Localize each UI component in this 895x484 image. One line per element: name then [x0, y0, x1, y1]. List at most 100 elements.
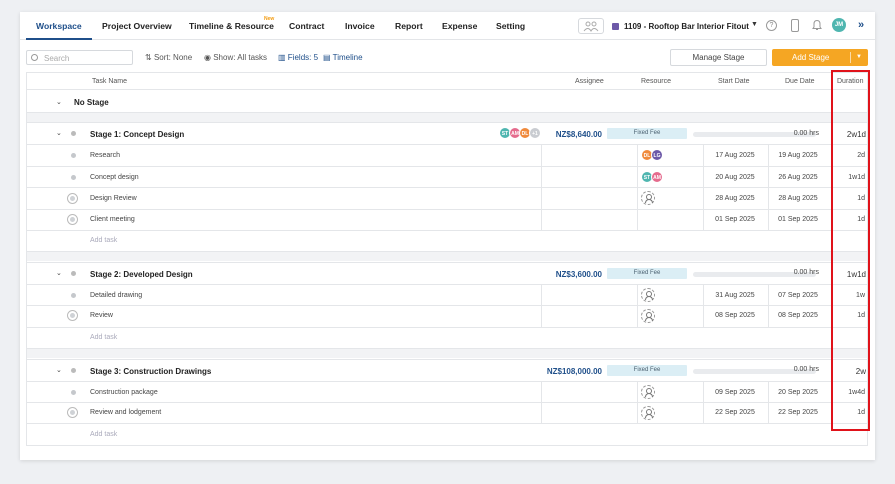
task-due-date[interactable]: 26 Aug 2025 [769, 174, 827, 181]
task-start-date[interactable]: 22 Sep 2025 [706, 409, 764, 416]
tab-setting[interactable]: Setting [496, 21, 525, 31]
stage-status-icon[interactable] [71, 271, 76, 276]
tab-report[interactable]: Report [395, 21, 423, 31]
column-divider [703, 381, 704, 423]
task-start-date[interactable]: 31 Aug 2025 [706, 292, 764, 299]
task-due-date[interactable]: 01 Sep 2025 [769, 216, 827, 223]
task-status-icon[interactable] [71, 293, 76, 298]
task-due-date[interactable]: 19 Aug 2025 [769, 152, 827, 159]
row-divider [26, 144, 868, 145]
column-due-date[interactable]: Due Date [785, 78, 815, 85]
task-name[interactable]: Detailed drawing [90, 292, 142, 299]
milestone-icon[interactable] [67, 214, 78, 225]
column-task-name[interactable]: Task Name [92, 78, 127, 85]
double-chevron-right-icon[interactable]: » [858, 19, 864, 31]
timeline-button[interactable]: ▤ Timeline [323, 53, 363, 62]
add-task-button[interactable]: Add task [90, 237, 117, 244]
task-start-date[interactable]: 20 Aug 2025 [706, 174, 764, 181]
fee-type-badge[interactable]: Fixed Fee [607, 128, 687, 139]
row-divider [26, 284, 868, 285]
stage-gap [26, 252, 868, 261]
active-tab-indicator [26, 38, 92, 40]
collapse-chevron-icon[interactable]: ⌄ [56, 366, 62, 374]
task-due-date[interactable]: 22 Sep 2025 [769, 409, 827, 416]
tab-invoice[interactable]: Invoice [345, 21, 375, 31]
project-selector[interactable]: 1109 - Rooftop Bar Interior Fitout [624, 22, 749, 31]
collapse-chevron-icon[interactable]: ⌄ [56, 129, 62, 137]
fee-type-badge[interactable]: Fixed Fee [607, 268, 687, 279]
task-due-date[interactable]: 07 Sep 2025 [769, 292, 827, 299]
task-start-date[interactable]: 28 Aug 2025 [706, 195, 764, 202]
row-divider [26, 423, 868, 424]
help-icon[interactable]: ? [766, 20, 777, 31]
stage-status-icon[interactable] [71, 368, 76, 373]
add-task-button[interactable]: Add task [90, 431, 117, 438]
fields-button[interactable]: ▥ Fields: 5 [278, 53, 318, 62]
stage-status-icon[interactable] [71, 131, 76, 136]
assign-user-icon[interactable] [641, 191, 655, 205]
task-name[interactable]: Concept design [90, 174, 139, 181]
column-divider [541, 381, 542, 423]
task-name[interactable]: Review and lodgement [90, 409, 161, 416]
team-icon[interactable] [578, 18, 604, 34]
user-avatar[interactable]: JM [832, 18, 846, 32]
tab-project-overview[interactable]: Project Overview [102, 21, 172, 31]
stage-title[interactable]: Stage 3: Construction Drawings [90, 367, 211, 376]
task-due-date[interactable]: 28 Aug 2025 [769, 195, 827, 202]
stage-title[interactable]: Stage 1: Concept Design [90, 130, 184, 139]
resource-avatar[interactable]: LG [651, 149, 663, 161]
stage-gap [26, 349, 868, 358]
task-due-date[interactable]: 08 Sep 2025 [769, 312, 827, 319]
mobile-icon[interactable] [791, 19, 799, 32]
milestone-icon[interactable] [67, 193, 78, 204]
fee-type-badge[interactable]: Fixed Fee [607, 365, 687, 376]
add-task-button[interactable]: Add task [90, 334, 117, 341]
stage-title[interactable]: Stage 2: Developed Design [90, 270, 193, 279]
task-status-icon[interactable] [71, 153, 76, 158]
task-name[interactable]: Client meeting [90, 216, 135, 223]
column-assignee[interactable]: Assignee [575, 78, 604, 85]
sort-label: Sort: None [153, 53, 193, 62]
collapse-chevron-icon[interactable]: ⌄ [56, 269, 62, 277]
column-divider [541, 284, 542, 327]
task-status-icon[interactable] [71, 175, 76, 180]
assign-user-icon[interactable] [641, 406, 655, 420]
column-divider [768, 144, 769, 230]
row-divider [26, 327, 868, 328]
show-filter-button[interactable]: ◉ Show: All tasks [204, 53, 267, 62]
task-name[interactable]: Construction package [90, 389, 158, 396]
task-name[interactable]: Design Review [90, 195, 137, 202]
chevron-down-icon[interactable]: ▼ [751, 21, 758, 28]
tab-expense[interactable]: Expense [442, 21, 477, 31]
task-start-date[interactable]: 09 Sep 2025 [706, 389, 764, 396]
chevron-down-icon[interactable]: ▼ [856, 49, 862, 66]
stage-hours: 0.00 hrs [793, 366, 819, 373]
task-status-icon[interactable] [71, 390, 76, 395]
task-due-date[interactable]: 20 Sep 2025 [769, 389, 827, 396]
tab-timeline-resource[interactable]: Timeline & Resource [189, 21, 274, 31]
resource-avatar[interactable]: AM [651, 171, 663, 183]
assign-user-icon[interactable] [641, 288, 655, 302]
column-start-date[interactable]: Start Date [718, 78, 750, 85]
collapse-chevron-icon[interactable]: ⌄ [56, 98, 62, 106]
header-top-border [26, 72, 868, 73]
bell-icon[interactable] [812, 19, 822, 31]
row-divider [26, 187, 868, 188]
assign-user-icon[interactable] [641, 309, 655, 323]
column-resource[interactable]: Resource [641, 78, 671, 85]
task-start-date[interactable]: 08 Sep 2025 [706, 312, 764, 319]
stage-hours: 0.00 hrs [793, 130, 819, 137]
task-name[interactable]: Review [90, 312, 113, 319]
manage-stage-button[interactable]: Manage Stage [670, 49, 767, 66]
tab-contract[interactable]: Contract [289, 21, 324, 31]
milestone-icon[interactable] [67, 407, 78, 418]
tab-workspace[interactable]: Workspace [36, 21, 82, 31]
sort-button[interactable]: ⇅ Sort: None [145, 53, 192, 62]
assign-user-icon[interactable] [641, 385, 655, 399]
task-start-date[interactable]: 01 Sep 2025 [706, 216, 764, 223]
task-name[interactable]: Research [90, 152, 120, 159]
add-stage-button[interactable]: Add Stage ▼ [772, 49, 868, 66]
task-start-date[interactable]: 17 Aug 2025 [706, 152, 764, 159]
search-input[interactable]: Search [26, 50, 133, 65]
milestone-icon[interactable] [67, 310, 78, 321]
